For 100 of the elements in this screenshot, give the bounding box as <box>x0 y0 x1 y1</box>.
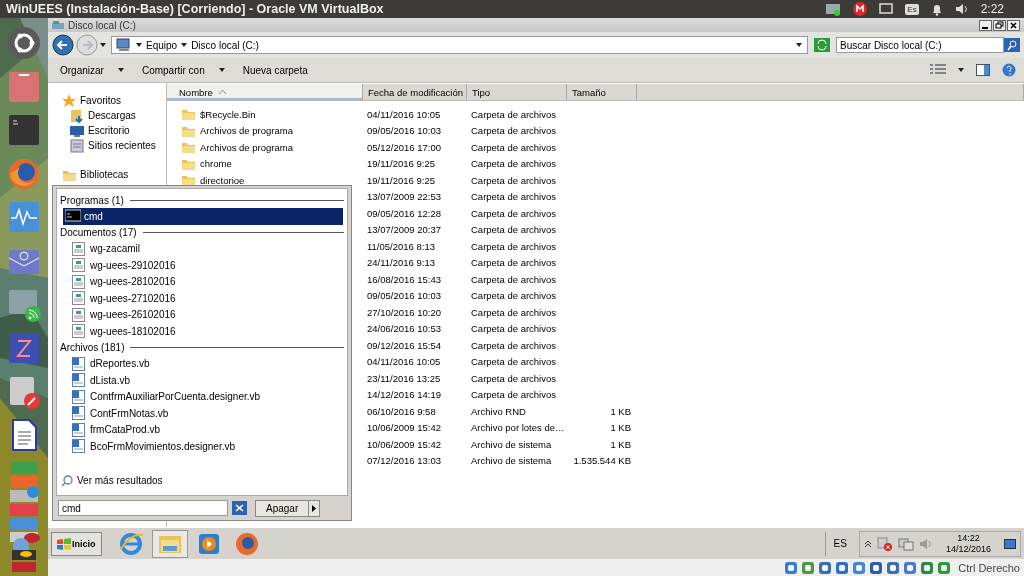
column-header[interactable]: Nombre <box>167 84 363 100</box>
clock-date[interactable]: 14/12/2016 <box>945 543 991 555</box>
result-item[interactable]: wg-uees-26102016 <box>57 306 343 323</box>
table-cell: Archivo de sistema <box>471 438 552 450</box>
menu-button[interactable]: Compartir con <box>137 62 229 78</box>
table-cell: 24/11/2016 9:13 <box>367 257 435 269</box>
caret-icon[interactable] <box>181 42 188 48</box>
file-name[interactable]: Archivos de programa <box>200 141 293 153</box>
section-heading: Programas (1) <box>60 194 124 206</box>
caret-icon[interactable] <box>100 42 107 48</box>
restore-icon[interactable] <box>993 19 1006 31</box>
edit-icon[interactable] <box>7 374 41 409</box>
caret-icon[interactable] <box>136 42 142 48</box>
chevron-up-icon[interactable] <box>863 539 872 548</box>
caret-icon[interactable] <box>796 42 803 48</box>
column-header[interactable]: Fecha de modificación <box>363 84 467 100</box>
document-icon <box>71 324 87 339</box>
search-field[interactable]: Buscar Disco local (C:) <box>836 37 1004 53</box>
table-cell: Carpeta de archivos <box>471 372 557 384</box>
firefox-icon[interactable] <box>7 156 41 191</box>
address-field[interactable]: Equipo Disco local (C:) <box>111 36 808 54</box>
table-cell: Carpeta de archivos <box>471 323 557 335</box>
table-cell: Carpeta de archivos <box>471 141 557 153</box>
document-icon <box>71 258 87 273</box>
document-icon <box>71 274 87 289</box>
code-file-icon <box>71 373 87 388</box>
speaker-icon[interactable] <box>954 3 969 15</box>
nav-item[interactable]: Bibliotecas <box>48 167 166 182</box>
result-item[interactable]: ContfrmAuxiliarPorCuenta.designer.vb <box>57 388 343 405</box>
search-icon[interactable] <box>1004 38 1020 52</box>
result-item[interactable]: wg-uees-28102016 <box>57 273 343 290</box>
firefox-icon[interactable] <box>233 530 260 557</box>
close-icon[interactable] <box>1007 19 1020 31</box>
result-item[interactable]: BcoFrmMovimientos.designer.vb <box>57 438 343 455</box>
table-cell: Carpeta de archivos <box>471 339 557 351</box>
caret-icon <box>218 67 225 73</box>
table-cell: 1 KB <box>610 438 631 450</box>
keyboard-indicator[interactable]: Es <box>905 3 919 15</box>
column-header[interactable]: Tamaño <box>567 84 637 100</box>
table-cell: 07/12/2016 13:03 <box>367 455 441 467</box>
terminal-icon[interactable] <box>7 113 41 148</box>
launcher-stack-drawing[interactable] <box>7 461 41 572</box>
table-cell: 1 KB <box>610 405 631 417</box>
nav-item[interactable]: Favoritos <box>48 93 166 108</box>
more-results-link[interactable]: Ver más resultados <box>57 474 347 487</box>
file-name[interactable]: directorioe <box>200 174 245 186</box>
nav-item[interactable]: Descargas <box>48 108 166 123</box>
window-icon[interactable] <box>879 3 894 15</box>
table-cell: Archivo de sistema <box>471 455 552 467</box>
result-item[interactable]: wg-uees-29102016 <box>57 257 343 274</box>
result-item[interactable]: frmCataProd.vb <box>57 421 343 438</box>
breadcrumb-link[interactable]: Disco local (C:) <box>191 39 259 51</box>
result-item[interactable]: wg-uees-18102016 <box>57 323 343 340</box>
table-cell: 09/05/2016 10:03 <box>367 125 441 137</box>
ubuntu-logo-icon[interactable] <box>7 26 41 60</box>
result-item[interactable]: wg-zacamil <box>57 240 343 257</box>
network-error-icon[interactable] <box>876 536 893 551</box>
recent-places-icon <box>70 138 84 153</box>
monitor-icon[interactable] <box>7 200 41 235</box>
file-name[interactable]: chrome <box>200 158 232 170</box>
menu-button[interactable]: Organizar <box>56 62 128 78</box>
preview-pane-icon[interactable] <box>976 64 990 76</box>
file-name[interactable]: Archivos de programa <box>200 125 293 137</box>
arrow-button[interactable] <box>309 499 321 517</box>
back-icon[interactable] <box>52 34 74 56</box>
shutdown-button[interactable]: Apagar <box>255 499 310 517</box>
table-cell: Carpeta de archivos <box>471 290 557 302</box>
feed-icon[interactable] <box>7 287 41 322</box>
file-name[interactable]: $Recycle.Bin <box>200 108 256 120</box>
refresh-icon[interactable] <box>814 38 830 52</box>
table-cell: 04/11/2016 10:05 <box>367 108 441 120</box>
view-icon[interactable] <box>930 64 946 76</box>
language-indicator[interactable]: ES <box>824 531 855 556</box>
result-item[interactable]: wg-uees-27102016 <box>57 290 343 307</box>
clock-time[interactable]: 14:22 <box>957 532 980 544</box>
caret-icon[interactable] <box>958 67 964 73</box>
result-item[interactable]: dReportes.vb <box>57 355 343 372</box>
minimize-icon[interactable] <box>979 19 992 31</box>
table-cell: Carpeta de archivos <box>471 389 557 401</box>
result-item[interactable]: ContFrmNotas.vb <box>57 405 343 422</box>
table-cell: Archivo RND <box>471 405 526 417</box>
editor-icon[interactable] <box>7 331 41 366</box>
bell-icon[interactable] <box>930 2 943 16</box>
toolbar-button[interactable]: Nueva carpeta <box>238 62 312 78</box>
show-desktop-icon[interactable] <box>1004 538 1016 549</box>
table-cell: 06/10/2016 9:58 <box>367 405 436 417</box>
start-button[interactable]: Inicio <box>51 531 102 556</box>
search-field[interactable]: cmd <box>58 500 228 516</box>
result-item[interactable]: dLista.vb <box>57 372 343 389</box>
clear-icon[interactable] <box>232 501 247 515</box>
mega-icon[interactable] <box>853 2 868 16</box>
result-item[interactable]: cmd <box>63 208 343 225</box>
help-icon[interactable] <box>1002 63 1016 77</box>
computer-icon <box>116 38 132 52</box>
column-header[interactable]: Tipo <box>467 84 567 100</box>
table-cell: Archivo por lotes de… <box>471 422 565 434</box>
nav-item[interactable]: Escritorio <box>48 123 166 138</box>
breadcrumb-link[interactable]: Equipo <box>146 39 178 51</box>
nav-item[interactable]: Sitios recientes <box>48 138 166 153</box>
clock[interactable]: 2:22 <box>980 2 1004 16</box>
